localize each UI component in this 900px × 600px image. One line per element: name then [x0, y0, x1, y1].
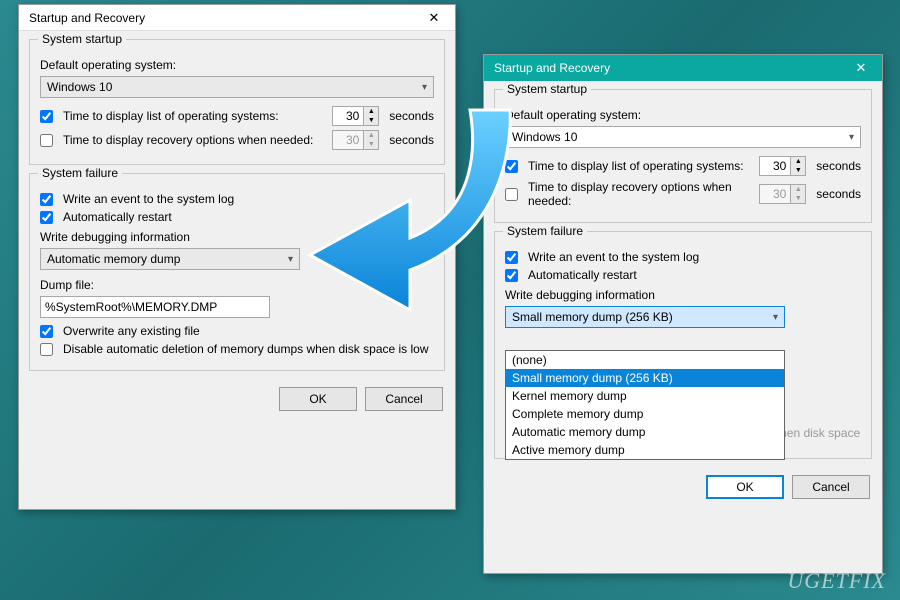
write-debug-label: Write debugging information [40, 230, 190, 244]
auto-restart-checkbox[interactable] [505, 269, 518, 282]
auto-restart-label: Automatically restart [528, 268, 637, 282]
time-recovery-checkbox[interactable] [505, 188, 518, 201]
write-event-label: Write an event to the system log [63, 192, 234, 206]
time-recovery-label: Time to display recovery options when ne… [528, 180, 753, 208]
spinner-value: 30 [333, 133, 363, 147]
time-list-label: Time to display list of operating system… [63, 109, 326, 123]
write-debug-label: Write debugging information [505, 288, 655, 302]
close-icon[interactable]: ✕ [419, 10, 449, 26]
spinner-down-icon[interactable]: ▼ [364, 116, 378, 125]
time-recovery-spinner: 30 ▲▼ [759, 184, 806, 204]
cancel-button[interactable]: Cancel [792, 475, 870, 499]
dialog-title: Startup and Recovery [494, 61, 610, 75]
button-row: OK Cancel [19, 379, 455, 419]
startup-recovery-dialog-left: Startup and Recovery ✕ System startup De… [18, 4, 456, 510]
seconds-label: seconds [816, 187, 861, 201]
dump-file-label: Dump file: [40, 278, 94, 292]
spinner-up-icon: ▲ [364, 131, 378, 140]
dropdown-option[interactable]: Complete memory dump [506, 405, 784, 423]
textbox-value: %SystemRoot%\MEMORY.DMP [45, 300, 217, 314]
default-os-combo[interactable]: Windows 10 ▾ [40, 76, 434, 98]
write-event-checkbox[interactable] [40, 193, 53, 206]
ok-button[interactable]: OK [279, 387, 357, 411]
spinner-value: 30 [760, 159, 790, 173]
combo-value: Small memory dump (256 KB) [512, 310, 673, 324]
spinner-up-icon: ▲ [791, 185, 805, 194]
titlebar: Startup and Recovery ✕ [484, 55, 882, 81]
time-list-checkbox[interactable] [505, 160, 518, 173]
time-list-checkbox[interactable] [40, 110, 53, 123]
dropdown-option[interactable]: (none) [506, 351, 784, 369]
auto-restart-label: Automatically restart [63, 210, 172, 224]
startup-recovery-dialog-right: Startup and Recovery ✕ System startup De… [483, 54, 883, 574]
cancel-button[interactable]: Cancel [365, 387, 443, 411]
group-legend: System startup [38, 32, 126, 46]
ok-button[interactable]: OK [706, 475, 784, 499]
overwrite-label: Overwrite any existing file [63, 324, 200, 338]
spinner-up-icon[interactable]: ▲ [791, 157, 805, 166]
default-os-label: Default operating system: [40, 58, 176, 72]
overwrite-checkbox[interactable] [40, 325, 53, 338]
spinner-down-icon: ▼ [791, 194, 805, 203]
time-list-label: Time to display list of operating system… [528, 159, 753, 173]
time-recovery-label: Time to display recovery options when ne… [63, 133, 326, 147]
spinner-down-icon: ▼ [364, 140, 378, 149]
watermark: UGETFIX [787, 568, 886, 594]
chevron-down-icon: ▾ [288, 254, 293, 265]
system-startup-group: System startup Default operating system:… [494, 89, 872, 223]
seconds-label: seconds [389, 133, 434, 147]
spinner-up-icon[interactable]: ▲ [364, 107, 378, 116]
auto-restart-checkbox[interactable] [40, 211, 53, 224]
dropdown-option[interactable]: Small memory dump (256 KB) [506, 369, 784, 387]
disable-delete-checkbox[interactable] [40, 343, 53, 356]
disable-delete-label: Disable automatic deletion of memory dum… [63, 342, 429, 356]
system-failure-group: System failure Write an event to the sys… [29, 173, 445, 371]
dropdown-option[interactable]: Active memory dump [506, 441, 784, 459]
debug-combo[interactable]: Automatic memory dump ▾ [40, 248, 300, 270]
group-legend: System startup [503, 82, 591, 96]
dropdown-option[interactable]: Kernel memory dump [506, 387, 784, 405]
default-os-label: Default operating system: [505, 108, 641, 122]
dialog-title: Startup and Recovery [29, 11, 145, 25]
seconds-label: seconds [389, 109, 434, 123]
debug-combo[interactable]: Small memory dump (256 KB) ▾ [505, 306, 785, 328]
spinner-value: 30 [333, 109, 363, 123]
time-list-spinner[interactable]: 30 ▲▼ [759, 156, 806, 176]
titlebar: Startup and Recovery ✕ [19, 5, 455, 31]
time-recovery-checkbox[interactable] [40, 134, 53, 147]
chevron-down-icon: ▾ [773, 312, 778, 323]
time-recovery-spinner: 30 ▲▼ [332, 130, 379, 150]
spinner-value: 30 [760, 187, 790, 201]
combo-value: Automatic memory dump [47, 252, 180, 266]
dropdown-option[interactable]: Automatic memory dump [506, 423, 784, 441]
spinner-down-icon[interactable]: ▼ [791, 166, 805, 175]
debug-dropdown-list[interactable]: (none) Small memory dump (256 KB) Kernel… [505, 350, 785, 460]
chevron-down-icon: ▾ [849, 132, 854, 143]
combo-value: Windows 10 [47, 80, 112, 94]
default-os-combo[interactable]: Windows 10 ▾ [505, 126, 861, 148]
combo-value: Windows 10 [512, 130, 577, 144]
system-startup-group: System startup Default operating system:… [29, 39, 445, 165]
chevron-down-icon: ▾ [422, 82, 427, 93]
button-row: OK Cancel [484, 467, 882, 507]
system-failure-group: System failure Write an event to the sys… [494, 231, 872, 459]
dump-file-input[interactable]: %SystemRoot%\MEMORY.DMP [40, 296, 270, 318]
write-event-checkbox[interactable] [505, 251, 518, 264]
seconds-label: seconds [816, 159, 861, 173]
write-event-label: Write an event to the system log [528, 250, 699, 264]
group-legend: System failure [38, 166, 122, 180]
group-legend: System failure [503, 224, 587, 238]
close-icon[interactable]: ✕ [846, 60, 876, 76]
time-list-spinner[interactable]: 30 ▲▼ [332, 106, 379, 126]
